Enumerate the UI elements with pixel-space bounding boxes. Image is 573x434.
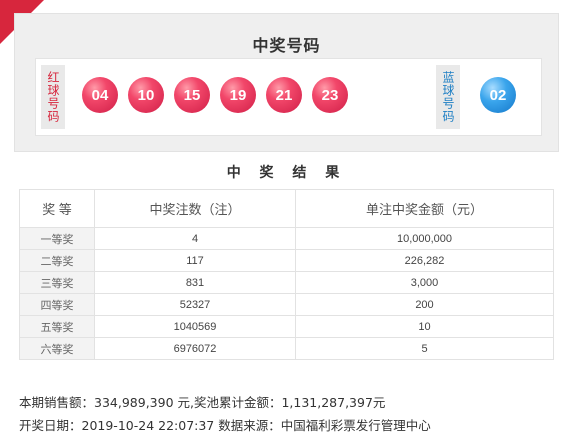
draw-date-info: 开奖日期：2019-10-24 22:07:37 数据来源：中国福利彩票发行管理… [19, 418, 431, 433]
prize-level: 一等奖 [19, 227, 95, 250]
winner-count: 117 [94, 249, 296, 272]
prize-amount: 10,000,000 [295, 227, 554, 250]
winner-count: 6976072 [94, 337, 296, 360]
red-ball: 15 [174, 77, 210, 113]
prize-amount: 226,282 [295, 249, 554, 272]
blue-ball: 02 [480, 77, 516, 113]
number-box: 红球号码 04 10 15 19 21 23 蓝球号码 02 [35, 58, 542, 136]
winner-count: 1040569 [94, 315, 296, 338]
prize-amount: 10 [295, 315, 554, 338]
table-row: 五等奖 1040569 10 [19, 315, 554, 338]
table-row: 一等奖 4 10,000,000 [19, 227, 554, 250]
header-level: 奖 等 [19, 189, 95, 228]
red-ball-list: 04 10 15 19 21 23 [82, 77, 348, 113]
winning-numbers-title: 中奖号码 [252, 36, 321, 55]
table-header-row: 奖 等 中奖注数（注） 单注中奖金额（元） [19, 189, 554, 228]
winner-count: 4 [94, 227, 296, 250]
winner-count: 831 [94, 271, 296, 294]
table-row: 三等奖 831 3,000 [19, 271, 554, 294]
results-title: 中 奖 结 果 [226, 165, 347, 181]
red-ball: 19 [220, 77, 256, 113]
prize-amount: 3,000 [295, 271, 554, 294]
red-ball: 21 [266, 77, 302, 113]
table-row: 二等奖 117 226,282 [19, 249, 554, 272]
prize-level: 四等奖 [19, 293, 95, 316]
prize-level: 二等奖 [19, 249, 95, 272]
table-row: 六等奖 6976072 5 [19, 337, 554, 360]
blue-ball-label: 蓝球号码 [436, 65, 460, 129]
red-ball: 10 [128, 77, 164, 113]
prize-level: 六等奖 [19, 337, 95, 360]
red-ball: 23 [312, 77, 348, 113]
prize-level: 五等奖 [19, 315, 95, 338]
table-row: 四等奖 52327 200 [19, 293, 554, 316]
winner-count: 52327 [94, 293, 296, 316]
red-ball: 04 [82, 77, 118, 113]
header-amount: 单注中奖金额（元） [295, 189, 554, 228]
winning-numbers-panel: 中奖号码 红球号码 04 10 15 19 21 23 蓝球号码 02 [14, 13, 559, 152]
sales-info: 本期销售额：334,989,390 元,奖池累计金额：1,131,287,397… [19, 395, 386, 410]
prize-results-table: 奖 等 中奖注数（注） 单注中奖金额（元） 一等奖 4 10,000,000 二… [19, 189, 554, 360]
red-ball-label: 红球号码 [41, 65, 65, 129]
header-count: 中奖注数（注） [94, 189, 296, 228]
prize-level: 三等奖 [19, 271, 95, 294]
prize-amount: 200 [295, 293, 554, 316]
prize-amount: 5 [295, 337, 554, 360]
